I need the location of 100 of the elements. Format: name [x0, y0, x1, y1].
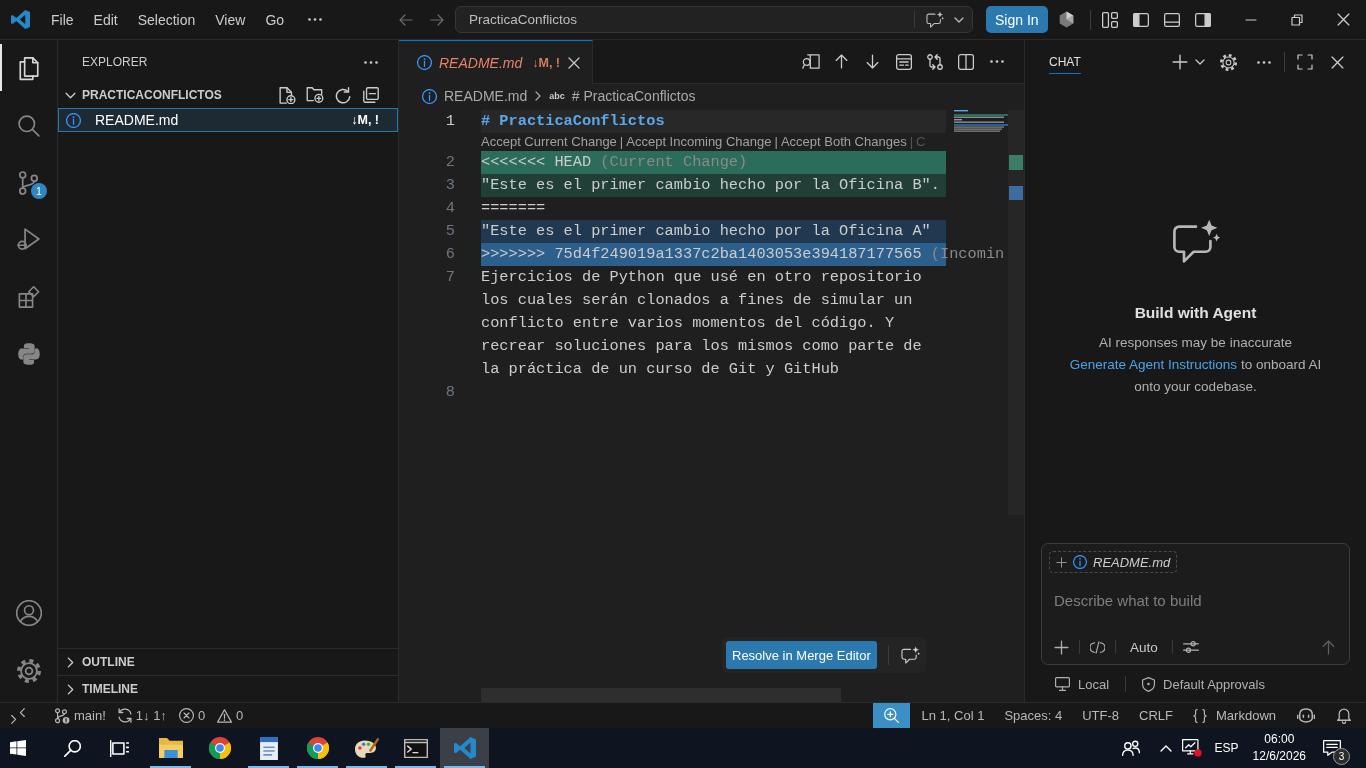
- remote-icon[interactable]: [11, 707, 25, 724]
- plus-icon[interactable]: [1172, 54, 1188, 70]
- menu-item[interactable]: Edit: [83, 8, 128, 31]
- chevron-down-icon[interactable]: [1195, 59, 1205, 65]
- codelens-action[interactable]: Accept Incoming Change: [626, 134, 772, 149]
- status-item[interactable]: UTF-8: [1072, 703, 1130, 728]
- section-header[interactable]: OUTLINE: [82, 655, 135, 669]
- codelens-separator: |: [774, 134, 778, 149]
- send-arrow-icon[interactable]: [1322, 639, 1335, 655]
- run-debug-icon[interactable]: [17, 228, 40, 251]
- chevron-down-icon[interactable]: [64, 91, 76, 99]
- breadcrumb-item[interactable]: abc # PracticaConflictos: [549, 88, 696, 104]
- menu-item[interactable]: Go: [255, 8, 295, 31]
- command-center[interactable]: PracticaConflictos: [455, 6, 973, 33]
- preview-icon[interactable]: [801, 54, 820, 69]
- bottom-panel-toggle-icon[interactable]: [1164, 12, 1181, 27]
- warnings-status[interactable]: 0: [211, 703, 250, 728]
- breadcrumb-item[interactable]: README.md: [422, 88, 528, 104]
- attach-plus-icon[interactable]: [1054, 639, 1069, 655]
- collapse-all-icon[interactable]: [363, 86, 379, 103]
- zoom-status[interactable]: [872, 703, 910, 728]
- status-item[interactable]: Spaces: 4: [994, 703, 1073, 728]
- document-icon: [259, 736, 278, 760]
- task-view-icon[interactable]: [109, 739, 129, 757]
- back-arrow-icon[interactable]: [398, 13, 413, 26]
- status-item[interactable]: Ln 1, Col 1: [911, 703, 995, 728]
- vertical-scrollbar[interactable]: [1008, 110, 1024, 515]
- mode-picker[interactable]: Auto: [1126, 639, 1162, 655]
- attachment-chip[interactable]: README.md: [1049, 551, 1178, 573]
- split-editor-icon[interactable]: [957, 53, 974, 70]
- chevron-right-icon[interactable]: [66, 683, 74, 695]
- menu-item[interactable]: File: [41, 8, 84, 31]
- new-folder-icon[interactable]: [306, 86, 324, 103]
- maximize-icon[interactable]: [1297, 54, 1313, 70]
- branch-status[interactable]: main!: [49, 703, 112, 728]
- explorer-tree-row[interactable]: README.md ↓M, !: [58, 108, 398, 132]
- search-icon[interactable]: [63, 739, 81, 757]
- new-file-icon[interactable]: [278, 86, 296, 104]
- refresh-icon[interactable]: [335, 86, 351, 104]
- python-icon[interactable]: [17, 342, 40, 365]
- close-icon[interactable]: [1336, 13, 1350, 26]
- editor-tab[interactable]: README.md ↓M, !: [399, 40, 593, 84]
- minimap[interactable]: [954, 110, 1008, 132]
- right-sidebar-toggle-icon[interactable]: [1195, 12, 1212, 27]
- close-icon[interactable]: [1331, 55, 1344, 69]
- more-icon[interactable]: [364, 60, 378, 64]
- restore-icon[interactable]: [1291, 13, 1303, 26]
- robot-face-icon[interactable]: [1297, 708, 1315, 723]
- clock[interactable]: 06:00 12/6/2026: [1248, 731, 1310, 765]
- forward-arrow-icon[interactable]: [429, 13, 444, 26]
- sync-status[interactable]: 1↓ 1↑: [111, 703, 173, 728]
- sliders-icon[interactable]: [1182, 641, 1199, 653]
- notification-icon[interactable]: [1323, 740, 1341, 756]
- chat-sparkle-icon[interactable]: [926, 11, 944, 28]
- chevron-up-icon[interactable]: [1159, 744, 1172, 752]
- start-icon[interactable]: [10, 740, 26, 756]
- layout-rows-icon[interactable]: [895, 53, 912, 70]
- palette-icon: [354, 738, 379, 758]
- chevron-down-icon[interactable]: [954, 16, 964, 23]
- more-icon[interactable]: [989, 60, 1004, 63]
- minimize-icon[interactable]: [1245, 18, 1257, 21]
- source-control-icon[interactable]: [19, 170, 38, 195]
- language-status[interactable]: Markdown: [1183, 703, 1286, 728]
- resolve-merge-button[interactable]: Resolve in Merge Editor: [726, 641, 877, 669]
- approvals-picker[interactable]: Default Approvals: [1142, 676, 1265, 692]
- arrow-up-icon[interactable]: [835, 54, 848, 69]
- errors-status[interactable]: 0: [172, 703, 212, 728]
- hexagon-icon[interactable]: [1058, 11, 1074, 28]
- settings-icon[interactable]: [1220, 53, 1237, 71]
- account-icon[interactable]: [15, 600, 42, 626]
- status-item[interactable]: CRLF: [1129, 703, 1184, 728]
- close-icon[interactable]: [568, 56, 580, 69]
- settings-icon[interactable]: [16, 659, 41, 683]
- shield-icon: [1142, 676, 1156, 692]
- agent-instructions-link[interactable]: Generate Agent Instructions: [1069, 357, 1238, 372]
- chat-tab[interactable]: CHAT: [1049, 50, 1081, 74]
- chat-input[interactable]: Describe what to build: [1049, 589, 1342, 611]
- codelens-action[interactable]: Accept Both Changes: [780, 134, 907, 149]
- arrow-down-icon[interactable]: [866, 54, 879, 69]
- input-language[interactable]: ESP: [1206, 741, 1247, 755]
- bell-icon[interactable]: [1337, 707, 1351, 724]
- codelens-action[interactable]: Accept Current Change: [481, 134, 617, 149]
- section-header[interactable]: TIMELINE: [82, 682, 138, 696]
- files-icon[interactable]: [18, 56, 39, 81]
- more-icon[interactable]: [308, 18, 323, 21]
- folder-name[interactable]: PRACTICACONFLICTOS: [82, 88, 222, 102]
- chevron-right-icon[interactable]: [66, 656, 74, 668]
- menu-item[interactable]: Selection: [127, 8, 206, 31]
- chat-sparkle-icon[interactable]: [900, 646, 920, 664]
- left-sidebar-toggle-icon[interactable]: [1133, 12, 1150, 27]
- location-picker[interactable]: Local: [1055, 676, 1110, 692]
- customize-layout-icon[interactable]: [1102, 11, 1119, 28]
- extensions-icon[interactable]: [17, 285, 40, 308]
- compare-changes-icon[interactable]: [926, 53, 943, 70]
- people-icon[interactable]: [1121, 740, 1140, 756]
- code-brackets-icon[interactable]: [1090, 640, 1105, 654]
- network-warning-icon[interactable]: [1181, 739, 1202, 757]
- sign-in-button[interactable]: Sign In: [986, 6, 1048, 33]
- menu-item[interactable]: View: [205, 8, 256, 31]
- more-icon[interactable]: [1257, 60, 1271, 64]
